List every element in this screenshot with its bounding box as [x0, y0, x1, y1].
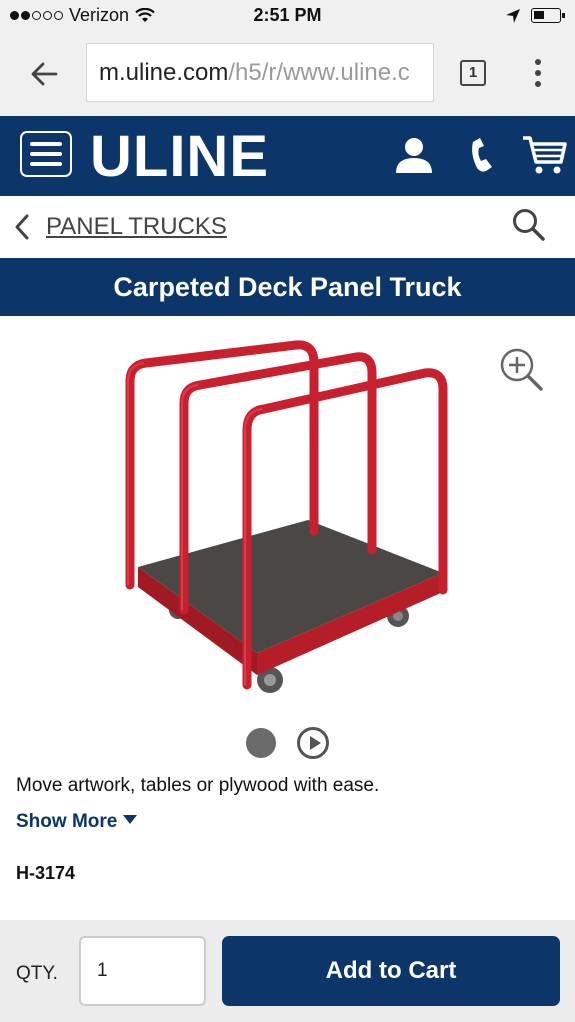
status-time: 2:51 PM: [253, 5, 322, 25]
add-to-cart-button[interactable]: Add to Cart: [222, 936, 560, 1006]
url-bar[interactable]: m.uline.com/h5/r/www.uline.c: [86, 43, 434, 102]
breadcrumb-link-panel-trucks[interactable]: PANEL TRUCKS: [46, 213, 227, 241]
show-more-button[interactable]: Show More: [16, 811, 138, 833]
url-host: m.uline.com: [99, 59, 229, 86]
image-pager-dot[interactable]: [246, 728, 276, 758]
play-video-icon[interactable]: [297, 727, 329, 759]
caret-down-icon: [123, 815, 138, 824]
phone-icon[interactable]: [470, 136, 496, 174]
product-sku: H-3174: [16, 863, 76, 883]
breadcrumb: PANEL TRUCKS: [0, 198, 575, 256]
zoom-in-icon[interactable]: [498, 346, 544, 392]
site-header: ULINE: [0, 116, 575, 196]
show-more-label: Show More: [16, 811, 118, 832]
hamburger-menu-button[interactable]: [20, 131, 72, 177]
tab-switcher-button[interactable]: 1: [460, 60, 486, 86]
uline-logo[interactable]: ULINE: [90, 126, 269, 188]
location-arrow-icon: [506, 9, 520, 23]
browser-toolbar: m.uline.com/h5/r/www.uline.c 1: [0, 32, 575, 116]
quantity-input[interactable]: [79, 936, 206, 1006]
search-icon[interactable]: [512, 208, 546, 242]
url-path: /h5/r/www.uline.c: [228, 59, 410, 86]
overflow-menu-icon[interactable]: [533, 58, 543, 88]
add-to-cart-bar: QTY. Add to Cart: [0, 920, 575, 1022]
back-arrow-icon[interactable]: [30, 60, 58, 88]
status-bar: Verizon 2:51 PM: [0, 0, 575, 32]
cart-icon[interactable]: [521, 134, 567, 176]
chevron-left-icon[interactable]: [14, 214, 30, 240]
account-icon[interactable]: [393, 136, 435, 174]
battery-icon: [531, 8, 565, 23]
product-description: Move artwork, tables or plywood with eas…: [16, 775, 380, 796]
product-title: Carpeted Deck Panel Truck: [0, 258, 575, 316]
product-image[interactable]: [110, 335, 460, 705]
qty-label: QTY.: [16, 963, 58, 984]
